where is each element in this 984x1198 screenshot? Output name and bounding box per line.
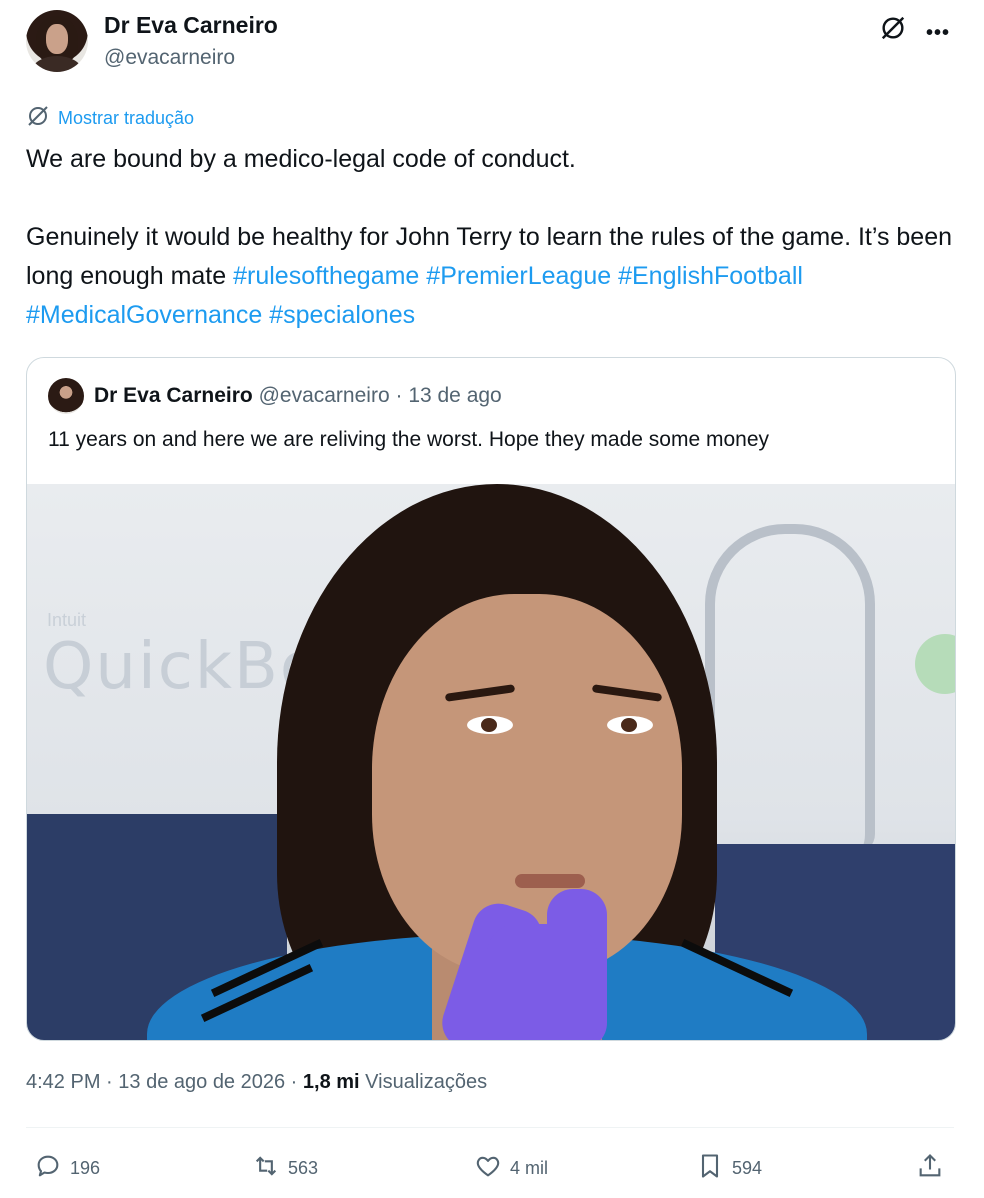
views-label: Visualizações: [365, 1071, 488, 1093]
separator: ·: [106, 1071, 113, 1093]
globe-slash-icon: [26, 104, 50, 133]
translate-link[interactable]: Mostrar tradução: [58, 108, 194, 129]
bookmark-icon: [696, 1152, 724, 1185]
bookmark-button[interactable]: 594: [696, 1152, 762, 1185]
quote-handle[interactable]: @evacarneiro: [259, 384, 390, 407]
share-button[interactable]: [916, 1152, 944, 1185]
repost-button[interactable]: 563: [252, 1152, 318, 1185]
hashtag-link[interactable]: #PremierLeague: [426, 262, 611, 290]
quote-separator: ·: [395, 384, 403, 407]
reply-icon: [34, 1152, 62, 1185]
tweet-text: We are bound by a medico-legal code of c…: [26, 140, 956, 335]
reply-count: 196: [70, 1158, 101, 1178]
tweet-line-1: We are bound by a medico-legal code of c…: [26, 145, 576, 173]
repost-count: 563: [288, 1158, 319, 1178]
separator: ·: [290, 1071, 298, 1093]
hashtag-link[interactable]: #rulesofthegame: [233, 262, 419, 290]
like-count: 4 mil: [510, 1158, 549, 1178]
quote-avatar[interactable]: [48, 378, 84, 414]
tweet-time[interactable]: 4:42 PM: [26, 1071, 100, 1093]
quote-display-name[interactable]: Dr Eva Carneiro: [94, 384, 253, 407]
quote-header: Dr Eva Carneiro @evacarneiro · 13 de ago: [94, 384, 502, 408]
quote-image[interactable]: Intuit QuickBook: [27, 484, 955, 1040]
divider: [26, 1127, 954, 1128]
repost-icon: [252, 1152, 280, 1185]
hashtag-link[interactable]: #specialones: [269, 301, 415, 329]
hashtag-link[interactable]: #EnglishFootball: [618, 262, 803, 290]
more-icon[interactable]: •••: [926, 22, 950, 45]
image-watermark-small: Intuit: [47, 610, 87, 630]
like-button[interactable]: 4 mil: [474, 1152, 548, 1185]
views-count: 1,8 mi: [302, 1071, 360, 1093]
quoted-tweet[interactable]: Dr Eva Carneiro @evacarneiro · 13 de ago…: [26, 357, 956, 1041]
share-icon: [916, 1152, 944, 1185]
tweet-date[interactable]: 13 de ago de 2026: [118, 1071, 285, 1093]
author-display-name[interactable]: Dr Eva Carneiro: [104, 12, 278, 39]
grok-icon[interactable]: [878, 14, 908, 42]
heart-icon: [474, 1152, 502, 1185]
author-handle[interactable]: @evacarneiro: [104, 46, 235, 70]
tweet-paragraph-2: Genuinely it would be healthy for John T…: [26, 218, 956, 335]
quote-date[interactable]: 13 de ago: [408, 384, 501, 407]
tweet-timestamp: 4:42 PM · 13 de ago de 2026 · 1,8 mi Vis…: [26, 1071, 487, 1094]
quote-text: 11 years on and here we are reliving the…: [48, 428, 769, 451]
hashtag-link[interactable]: #MedicalGovernance: [26, 301, 262, 329]
translate-row[interactable]: Mostrar tradução: [26, 104, 194, 133]
bookmark-count: 594: [732, 1158, 763, 1178]
author-avatar[interactable]: [26, 10, 88, 72]
reply-button[interactable]: 196: [34, 1152, 100, 1185]
